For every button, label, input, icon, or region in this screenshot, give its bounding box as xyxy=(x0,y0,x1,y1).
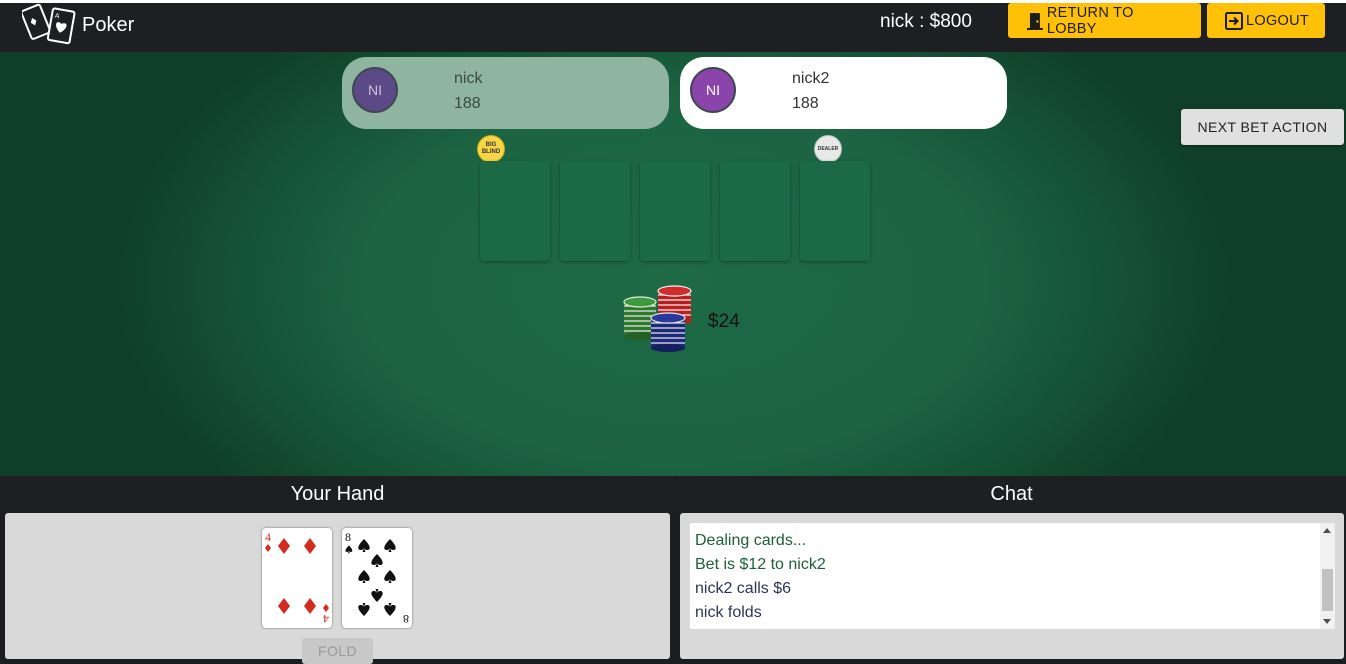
community-card-slot xyxy=(800,161,870,261)
next-bet-action-button[interactable]: NEXT BET ACTION xyxy=(1181,109,1344,145)
community-card-slot xyxy=(640,161,710,261)
scroll-up-arrow-icon[interactable] xyxy=(1323,528,1331,533)
player-chip-count: 188 xyxy=(454,95,481,112)
brand[interactable]: A Poker xyxy=(22,3,134,47)
chat-scrollbar[interactable] xyxy=(1320,523,1335,629)
chat-title: Chat xyxy=(990,483,1033,505)
fold-button[interactable]: FOLD xyxy=(302,638,373,664)
player-seat-nick: NI nick 188 xyxy=(342,57,669,129)
avatar: NI xyxy=(690,67,736,113)
logout-label: LOGOUT xyxy=(1246,12,1310,29)
app-title: Poker xyxy=(82,13,135,36)
card-rank-inverted: 4 xyxy=(323,612,329,626)
chat-message: nick folds xyxy=(695,604,762,621)
exit-icon xyxy=(1225,11,1243,30)
your-hand-panel: 4 4 8 8 FOLD xyxy=(5,513,670,664)
player-name: nick xyxy=(454,70,483,87)
spade-suit-icon: 8 8 xyxy=(345,530,409,626)
user-balance: nick : $800 xyxy=(880,11,972,32)
chat-message-list: Dealing cards... Bet is $12 to nick2 nick2… xyxy=(695,529,1315,625)
chat-header: Chat xyxy=(677,476,1346,513)
your-hand-header: Your Hand xyxy=(0,476,675,513)
diamond-suit-icon: 4 4 xyxy=(265,530,329,626)
dealer-button-marker: DEALER xyxy=(814,135,842,163)
return-to-lobby-label: RETURN TO LOBBY xyxy=(1046,4,1134,37)
community-card-slot xyxy=(480,161,550,261)
player-seat-nick2: NI nick2 188 xyxy=(680,57,1007,129)
chat-message: nick2 calls $6 xyxy=(695,580,792,597)
scrollbar-thumb[interactable] xyxy=(1322,569,1333,611)
big-blind-marker: BIG BLIND xyxy=(477,135,505,163)
door-icon xyxy=(1026,12,1043,30)
scroll-down-arrow-icon[interactable] xyxy=(1323,619,1331,624)
hand-card-8-spades[interactable]: 8 8 xyxy=(342,528,412,628)
return-to-lobby-button[interactable]: RETURN TO LOBBY xyxy=(1008,3,1201,38)
chat-message: Dealing cards... xyxy=(695,532,807,549)
chat-panel: Dealing cards... Bet is $12 to nick2 nick2… xyxy=(680,513,1344,659)
navbar: A Poker nick : $800 RETURN TO LOBBY LOGO… xyxy=(0,3,1346,52)
card-rank: 8 xyxy=(345,530,351,544)
poker-table: NI nick 188 NI nick2 188 BIG BLIND DEALE… xyxy=(0,52,1346,476)
playing-cards-logo-icon: A xyxy=(22,3,76,45)
player-chip-count: 188 xyxy=(792,95,819,112)
logout-button[interactable]: LOGOUT xyxy=(1207,3,1325,38)
player-name: nick2 xyxy=(792,70,830,87)
hand-card-4-diamonds[interactable]: 4 4 xyxy=(262,528,332,628)
chat-message: Bet is $12 to nick2 xyxy=(695,556,826,573)
pot-amount: $24 xyxy=(708,311,740,332)
card-rank: 4 xyxy=(265,530,271,544)
chat-log[interactable]: Dealing cards... Bet is $12 to nick2 nick2… xyxy=(690,523,1335,629)
big-blind-label: BIG BLIND xyxy=(481,142,501,155)
community-card-slot xyxy=(560,161,630,261)
dealer-label: DEALER xyxy=(817,145,839,152)
card-rank-inverted: 8 xyxy=(403,612,409,626)
your-hand-title: Your Hand xyxy=(290,483,385,505)
avatar: NI xyxy=(352,67,398,113)
blue-chip-stack xyxy=(650,312,686,352)
pot-chips-icon xyxy=(623,285,692,352)
community-card-slot xyxy=(720,161,790,261)
